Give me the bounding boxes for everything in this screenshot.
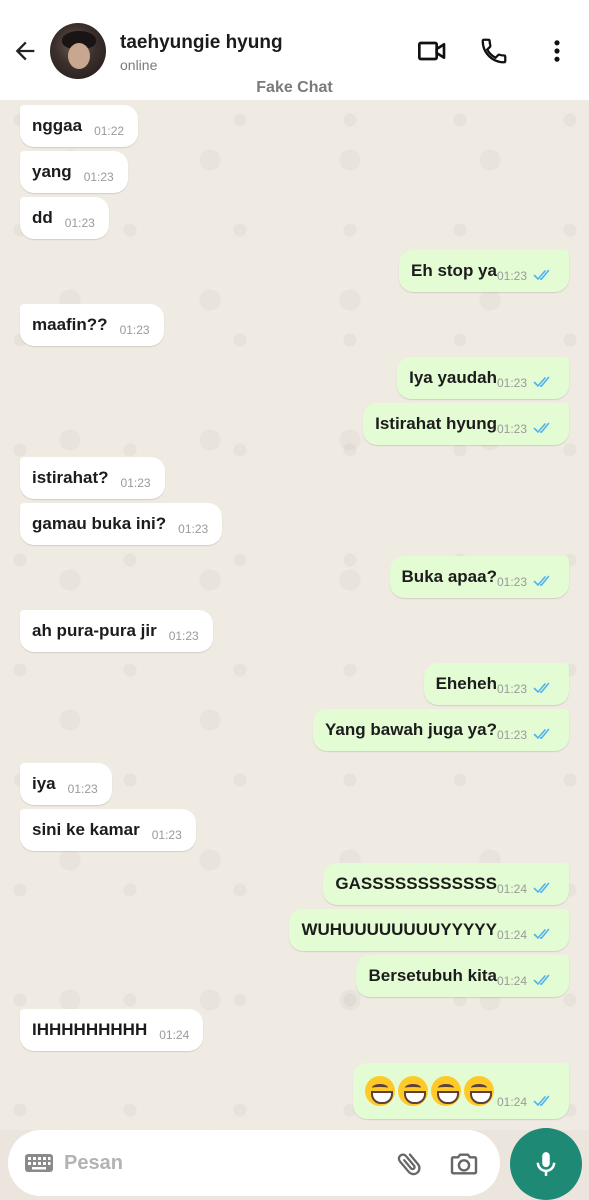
message-time: 01:23 [64, 216, 95, 230]
message-time: 01:24 [496, 882, 527, 896]
outgoing-message[interactable]: GASSSSSSSSSSSS 01:24 [323, 863, 569, 905]
message-text: Eh stop ya [411, 261, 497, 280]
incoming-message[interactable]: iya 01:23 [20, 763, 112, 805]
double-check-icon [533, 421, 555, 435]
incoming-message[interactable]: gamau buka ini? 01:23 [20, 503, 223, 545]
message-text: IHHHHHHHHH [32, 1020, 148, 1039]
double-check-icon [533, 727, 555, 741]
phone-icon [481, 38, 507, 64]
incoming-message[interactable]: maafin?? 01:23 [20, 304, 164, 346]
incoming-message[interactable]: IHHHHHHHHH 01:24 [20, 1009, 204, 1051]
message-time: 01:23 [67, 782, 98, 796]
message-text: iya [32, 774, 56, 793]
message-time: 01:23 [496, 575, 527, 589]
message-text: maafin?? [32, 315, 108, 334]
message-time: 01:23 [168, 629, 199, 643]
incoming-message[interactable]: dd 01:23 [20, 197, 109, 239]
outgoing-message[interactable]: Istirahat hyung 01:23 [363, 403, 569, 445]
grinning-face-icon [430, 1076, 461, 1106]
incoming-message[interactable]: istirahat? 01:23 [20, 457, 165, 499]
paperclip-icon[interactable] [394, 1148, 426, 1185]
double-check-icon [533, 973, 555, 987]
more-options-button[interactable] [540, 34, 574, 68]
message-text: nggaa [32, 116, 83, 135]
message-time: 01:23 [496, 422, 527, 436]
message-time: 01:24 [496, 1095, 527, 1109]
outgoing-message[interactable]: Yang bawah juga ya? 01:23 [313, 709, 569, 751]
message-text [353, 1076, 497, 1106]
back-button[interactable] [8, 34, 42, 68]
message-time: 01:24 [496, 928, 527, 942]
incoming-message[interactable]: yang 01:23 [20, 151, 128, 193]
incoming-message[interactable]: ah pura-pura jir 01:23 [20, 610, 213, 652]
voice-record-button[interactable] [510, 1128, 582, 1200]
message-time: 01:23 [496, 682, 527, 696]
message-text: istirahat? [32, 468, 109, 487]
double-check-icon [533, 881, 555, 895]
contact-name[interactable]: taehyungie hyung [120, 32, 283, 54]
video-camera-icon [418, 41, 446, 61]
incoming-message[interactable]: sini ke kamar 01:23 [20, 809, 196, 851]
chat-header: taehyungie hyung online Fake Chat [0, 0, 589, 100]
message-time: 01:23 [119, 323, 150, 337]
grinning-face-icon [463, 1076, 494, 1106]
message-time: 01:23 [496, 728, 527, 742]
contact-status: online [120, 57, 158, 73]
grinning-face-icon [397, 1076, 428, 1106]
message-text: GASSSSSSSSSSSS [335, 874, 497, 893]
camera-icon[interactable] [448, 1148, 480, 1185]
message-time: 01:23 [496, 269, 527, 283]
message-text: ah pura-pura jir [32, 621, 157, 640]
keyboard-icon[interactable] [24, 1150, 54, 1181]
message-text: Eheheh [435, 674, 497, 693]
more-vertical-icon [554, 40, 560, 62]
message-input[interactable]: Pesan [64, 1152, 123, 1175]
message-text: yang [32, 162, 72, 181]
grinning-face-icon [364, 1076, 395, 1106]
double-check-icon [533, 375, 555, 389]
message-time: 01:23 [151, 828, 182, 842]
outgoing-message[interactable]: Eh stop ya 01:23 [399, 250, 569, 292]
message-text: Istirahat hyung [375, 414, 497, 433]
message-composer[interactable]: Pesan [8, 1130, 500, 1196]
fake-chat-watermark: Fake Chat [256, 79, 333, 96]
outgoing-message[interactable]: Eheheh 01:23 [423, 663, 569, 705]
message-time: 01:24 [159, 1028, 190, 1042]
message-time: 01:23 [496, 376, 527, 390]
message-time: 01:23 [178, 522, 209, 536]
double-check-icon [533, 268, 555, 282]
message-list[interactable]: nggaa 01:22 yang 01:23 dd 01:23 Eh stop ya 01:2… [0, 100, 589, 1130]
outgoing-message[interactable]: Bersetubuh kita 01:24 [356, 955, 569, 997]
message-text: WUHUUUUUUUUYYYYY [301, 920, 497, 939]
outgoing-message[interactable]: WUHUUUUUUUUYYYYY 01:24 [289, 909, 569, 951]
double-check-icon [533, 927, 555, 941]
message-text: dd [32, 208, 53, 227]
arrow-left-icon [15, 41, 35, 61]
video-call-button[interactable] [415, 34, 449, 68]
message-time: 01:22 [94, 124, 125, 138]
message-text: Iya yaudah [409, 368, 497, 387]
message-time: 01:24 [496, 974, 527, 988]
outgoing-message[interactable]: 01:24 [352, 1063, 569, 1119]
outgoing-message[interactable]: Buka apaa? 01:23 [389, 556, 569, 598]
message-text: sini ke kamar [32, 820, 140, 839]
message-text: Yang bawah juga ya? [325, 720, 497, 739]
incoming-message[interactable]: nggaa 01:22 [20, 105, 139, 147]
double-check-icon [533, 681, 555, 695]
voice-call-button[interactable] [477, 34, 511, 68]
message-text: gamau buka ini? [32, 514, 167, 533]
double-check-icon [533, 1094, 555, 1108]
avatar[interactable] [50, 23, 106, 79]
message-text: Bersetubuh kita [368, 966, 497, 985]
double-check-icon [533, 574, 555, 588]
message-time: 01:23 [120, 476, 151, 490]
message-time: 01:23 [83, 170, 114, 184]
microphone-icon [536, 1152, 556, 1176]
outgoing-message[interactable]: Iya yaudah 01:23 [397, 357, 569, 399]
message-text: Buka apaa? [401, 567, 497, 586]
